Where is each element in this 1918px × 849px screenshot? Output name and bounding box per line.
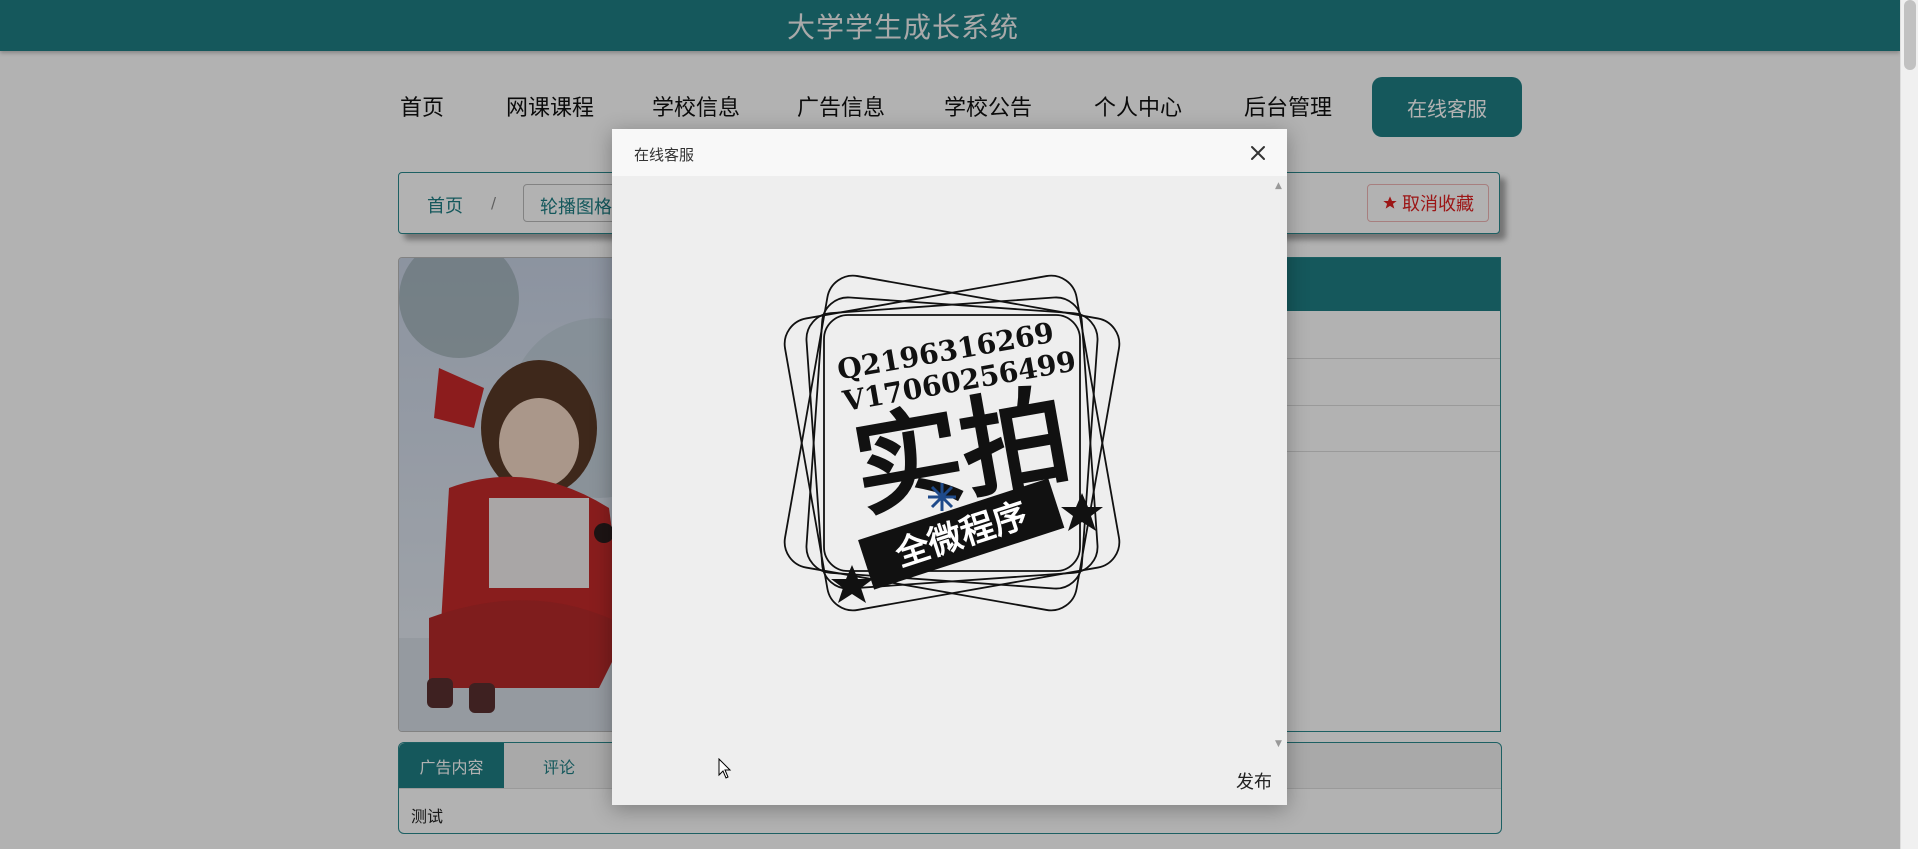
- mouse-cursor-icon: [718, 758, 732, 779]
- scroll-up-arrow-icon[interactable]: ▲: [1275, 181, 1282, 191]
- page-scroll-thumb[interactable]: [1904, 0, 1916, 70]
- modal-title: 在线客服: [634, 146, 695, 164]
- stamp-logo: Q2196316269 V17060256499 实拍 全微程序: [783, 274, 1121, 612]
- chat-area[interactable]: ▲ ▼ Q2196316269 V17060256499 实拍 全微程序: [612, 177, 1287, 757]
- chat-scrollbar[interactable]: ▲ ▼: [1271, 177, 1287, 757]
- sparkle-icon: [928, 483, 956, 511]
- modal-header: 在线客服: [612, 129, 1287, 177]
- publish-button[interactable]: 发布: [1236, 768, 1272, 794]
- online-service-modal: 在线客服 ▲ ▼ Q2196316269 V17060256499 实拍 全微程…: [612, 129, 1287, 805]
- scroll-down-arrow-icon[interactable]: ▼: [1275, 739, 1282, 749]
- close-icon[interactable]: [1250, 145, 1266, 161]
- modal-footer: 发布: [612, 757, 1287, 805]
- page-scrollbar[interactable]: [1900, 0, 1918, 849]
